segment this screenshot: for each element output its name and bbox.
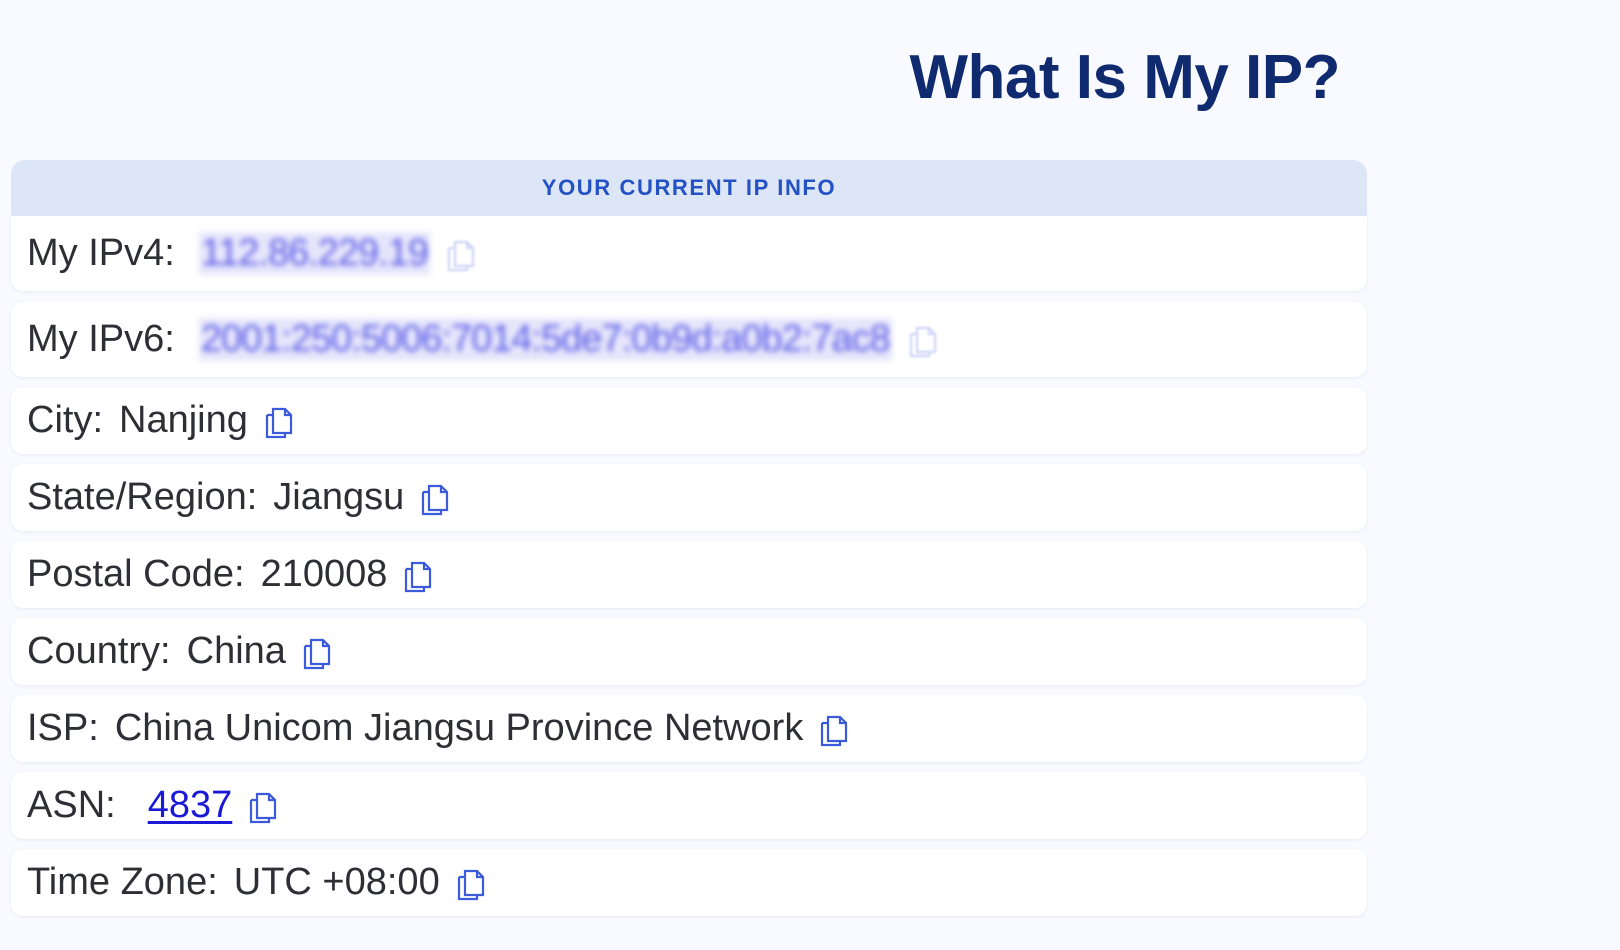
copy-icon <box>303 638 331 669</box>
copy-ipv6-icon[interactable] <box>906 321 940 359</box>
row-country: Country: China <box>11 618 1367 685</box>
asn-label: ASN: <box>27 784 116 826</box>
copy-state-icon[interactable] <box>418 479 452 517</box>
ip-info-list: My IPv4: 112.86.229.19 My IPv6: 2001:250… <box>11 216 1367 916</box>
row-ipv6: My IPv6: 2001:250:5006:7014:5de7:0b9d:a0… <box>11 302 1367 377</box>
country-value: China <box>186 630 286 672</box>
city-value: Nanjing <box>119 399 248 441</box>
row-state: State/Region: Jiangsu <box>11 464 1367 531</box>
page-title: What Is My IP? <box>909 43 1341 112</box>
copy-icon <box>265 407 292 438</box>
copy-icon <box>422 484 449 515</box>
copy-icon <box>447 240 475 271</box>
copy-country-icon[interactable] <box>300 633 334 671</box>
copy-icon <box>405 561 432 592</box>
time-zone-value: UTC +08:00 <box>233 861 440 903</box>
row-postal-code: Postal Code: 210008 <box>11 541 1367 608</box>
state-value: Jiangsu <box>273 476 405 518</box>
copy-icon <box>909 326 936 357</box>
copy-icon <box>250 792 277 823</box>
ipv6-value[interactable]: 2001:250:5006:7014:5de7:0b9d:a0b2:7ac8 <box>198 318 892 361</box>
ip-info-panel: YOUR CURRENT IP INFO My IPv4: 112.86.229… <box>11 160 1367 926</box>
copy-isp-icon[interactable] <box>817 710 851 748</box>
copy-ipv4-icon[interactable] <box>444 235 478 273</box>
postal-code-label: Postal Code: <box>27 553 245 595</box>
panel-header: YOUR CURRENT IP INFO <box>11 160 1367 216</box>
ipv4-label: My IPv4: <box>27 232 175 274</box>
city-label: City: <box>27 399 103 441</box>
postal-code-value: 210008 <box>260 553 388 595</box>
country-label: Country: <box>27 630 171 672</box>
isp-label: ISP: <box>27 707 99 749</box>
isp-value: China Unicom Jiangsu Province Network <box>114 707 804 749</box>
asn-link[interactable]: 4837 <box>148 784 233 827</box>
row-asn: ASN: 4837 <box>11 772 1367 839</box>
row-ipv4: My IPv4: 112.86.229.19 <box>11 216 1367 291</box>
state-label: State/Region: <box>27 476 258 518</box>
copy-time-zone-icon[interactable] <box>454 864 488 902</box>
row-time-zone: Time Zone: UTC +08:00 <box>11 849 1367 916</box>
copy-postal-code-icon[interactable] <box>401 556 435 594</box>
copy-city-icon[interactable] <box>262 402 296 440</box>
row-city: City: Nanjing <box>11 387 1367 454</box>
row-isp: ISP: China Unicom Jiangsu Province Netwo… <box>11 695 1367 762</box>
ipv4-value[interactable]: 112.86.229.19 <box>198 232 431 275</box>
copy-asn-icon[interactable] <box>246 787 280 825</box>
copy-icon <box>457 869 484 900</box>
copy-icon <box>821 715 848 746</box>
time-zone-label: Time Zone: <box>27 861 218 903</box>
ipv6-label: My IPv6: <box>27 318 175 360</box>
